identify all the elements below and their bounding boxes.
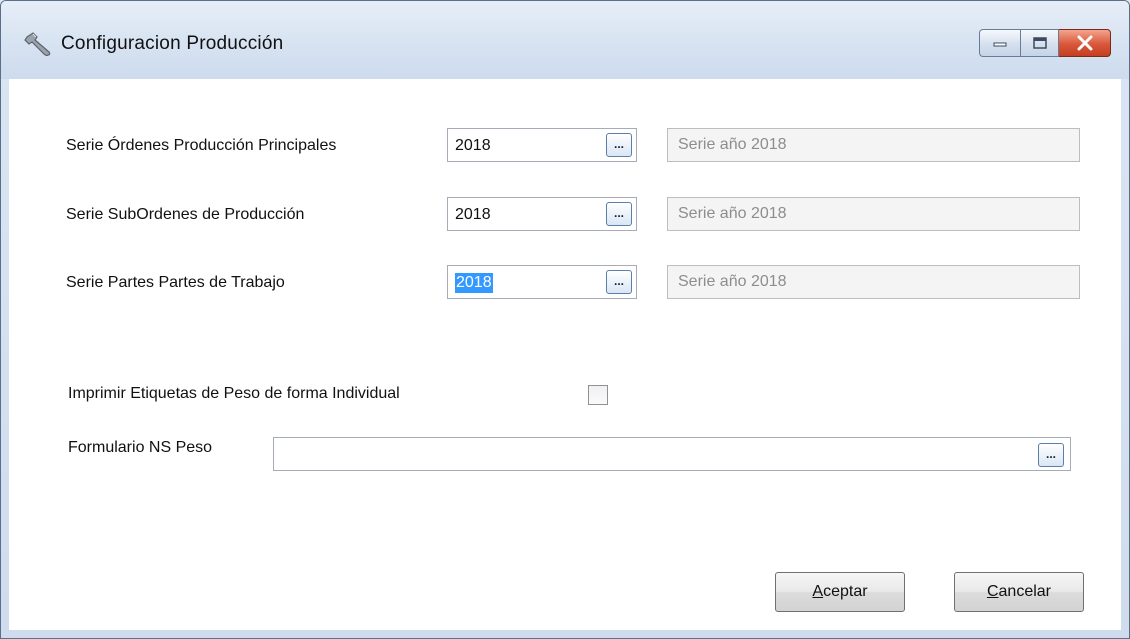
aceptar-mnemonic: A <box>812 583 824 600</box>
serie-ordenes-description: Serie año 2018 <box>667 128 1080 162</box>
maximize-button[interactable] <box>1021 29 1059 57</box>
formulario-label: Formulario NS Peso <box>68 439 213 456</box>
formulario-lookup-button[interactable]: ... <box>1038 443 1064 467</box>
aceptar-button[interactable]: Aceptar <box>775 572 905 612</box>
serie-subordenes-description-text: Serie año 2018 <box>678 205 787 222</box>
dialog-client-area: Serie Órdenes Producción Principales 201… <box>9 79 1121 630</box>
serie-ordenes-label: Serie Órdenes Producción Principales <box>66 137 337 154</box>
maximize-icon <box>1032 37 1047 49</box>
config-produccion-window: Configuracion Producción Serie Órdenes P… <box>0 0 1130 639</box>
serie-subordenes-description: Serie año 2018 <box>667 197 1080 231</box>
cancelar-mnemonic: C <box>986 583 999 600</box>
serie-subordenes-value: 2018 <box>455 206 491 223</box>
serie-ordenes-value: 2018 <box>455 137 491 154</box>
serie-ordenes-input[interactable]: 2018 ... <box>447 128 637 162</box>
serie-partes-label: Serie Partes Partes de Trabajo <box>66 274 285 291</box>
serie-partes-input[interactable]: 2018 ... <box>447 265 637 299</box>
minimize-button[interactable] <box>979 29 1021 57</box>
aceptar-label: ceptar <box>823 583 868 600</box>
serie-partes-description-text: Serie año 2018 <box>678 273 787 290</box>
window-title: Configuracion Producción <box>61 33 284 54</box>
serie-ordenes-lookup-button[interactable]: ... <box>606 133 632 157</box>
formulario-input[interactable]: ... <box>273 437 1071 471</box>
serie-partes-value: 2018 <box>455 273 493 293</box>
window-controls <box>979 29 1111 59</box>
minimize-icon <box>993 42 1007 47</box>
serie-ordenes-description-text: Serie año 2018 <box>678 136 787 153</box>
serie-partes-lookup-button[interactable]: ... <box>606 270 632 294</box>
serie-partes-description: Serie año 2018 <box>667 265 1080 299</box>
wrench-icon <box>24 32 51 57</box>
close-button[interactable] <box>1059 29 1111 57</box>
print-individual-label: Imprimir Etiquetas de Peso de forma Indi… <box>68 385 400 402</box>
print-individual-checkbox[interactable] <box>588 385 608 405</box>
serie-subordenes-input[interactable]: 2018 ... <box>447 197 637 231</box>
cancelar-button[interactable]: Cancelar <box>954 572 1084 612</box>
serie-subordenes-lookup-button[interactable]: ... <box>606 202 632 226</box>
title-bar[interactable]: Configuracion Producción <box>1 1 1129 79</box>
cancelar-label: ancelar <box>998 583 1052 600</box>
close-icon <box>1077 35 1092 51</box>
serie-subordenes-label: Serie SubOrdenes de Producción <box>66 206 305 223</box>
